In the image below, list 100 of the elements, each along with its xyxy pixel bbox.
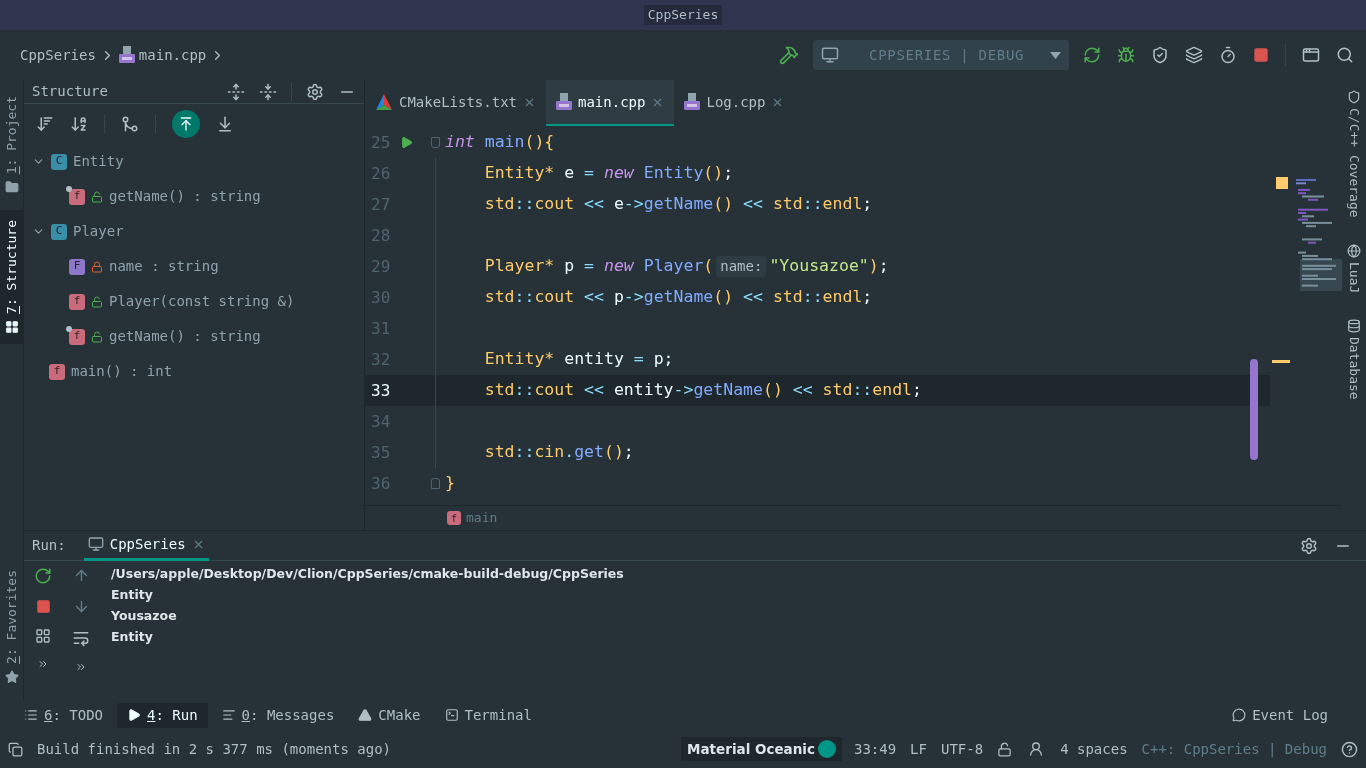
- breadcrumb-item[interactable]: CppSeries: [20, 44, 96, 66]
- star-icon: [5, 670, 19, 684]
- structure-item[interactable]: f main() : int: [24, 354, 364, 389]
- tool-tab[interactable]: 4: Run: [117, 702, 208, 728]
- structure-item-label: Player: [73, 222, 124, 241]
- theme-indicator[interactable]: Material Oceanic: [681, 737, 842, 761]
- cpp-file-icon: [556, 93, 572, 111]
- structure-item[interactable]: C Entity: [24, 144, 364, 179]
- arrow-down-to-line-icon[interactable]: [216, 115, 234, 133]
- settings-icon[interactable]: [306, 82, 324, 101]
- grid-icon: [5, 320, 19, 335]
- editor-tab[interactable]: CMakeLists.txt: [365, 80, 546, 126]
- tool-tab[interactable]: Terminal: [434, 702, 542, 728]
- structure-item-label: main() : int: [71, 362, 173, 381]
- fold-marker-icon[interactable]: [430, 137, 440, 148]
- help-icon[interactable]: [1341, 740, 1358, 758]
- editor-tab[interactable]: main.cpp: [546, 80, 675, 126]
- settings-icon[interactable]: [1300, 536, 1318, 555]
- structure-item[interactable]: F name : string: [24, 249, 364, 284]
- code-line: Player* p = new Player( name: "Yousazoe");: [483, 255, 889, 279]
- list-icon: [24, 708, 38, 722]
- console-output-line: Yousazoe: [111, 607, 178, 625]
- editor-tab[interactable]: Log.cpp: [674, 80, 795, 126]
- window-title: CppSeries: [643, 5, 723, 25]
- tool-window-tab[interactable]: 2: Favorites: [0, 560, 24, 694]
- structure-item[interactable]: C Player: [24, 214, 364, 249]
- rerun-icon[interactable]: [1083, 46, 1101, 64]
- more-icon[interactable]: [75, 661, 87, 673]
- lines-icon: [221, 708, 236, 722]
- console-output-line: Entity: [111, 628, 154, 646]
- status-message: Build finished in 2 s 377 ms (moments ago): [37, 739, 392, 759]
- breadcrumb-item[interactable]: main.cpp: [138, 44, 207, 66]
- globe-icon: [1347, 243, 1361, 258]
- structure-item[interactable]: f getName() : string: [24, 179, 364, 214]
- collapse-all-icon[interactable]: [259, 82, 277, 101]
- bug-icon[interactable]: [1117, 46, 1135, 64]
- expand-all-icon[interactable]: [227, 82, 245, 101]
- search-icon[interactable]: [1336, 46, 1354, 64]
- tool-tab[interactable]: Event Log: [1222, 702, 1338, 728]
- panel-title: Structure: [32, 82, 109, 101]
- tool-tab[interactable]: 6: TODO: [14, 702, 113, 728]
- fold-marker-icon[interactable]: [430, 478, 440, 489]
- stop-icon[interactable]: [35, 599, 51, 614]
- code-line: std::cout << p->getName() << std::endl;: [483, 286, 873, 309]
- run-gutter-icon[interactable]: [400, 136, 413, 149]
- layout-icon[interactable]: [35, 628, 51, 644]
- cpp-file-icon: [118, 46, 135, 64]
- cursor-position[interactable]: 33:49: [853, 738, 897, 760]
- tool-tab[interactable]: 0: Messages: [211, 702, 345, 728]
- sort-icon[interactable]: [36, 115, 54, 133]
- terminal-icon: [444, 708, 459, 722]
- symbol-badge: f: [49, 363, 65, 380]
- structure-item-label: getName() : string: [109, 187, 261, 206]
- hammer-icon[interactable]: [779, 45, 799, 65]
- scrollbar-thumb[interactable]: [1250, 359, 1258, 460]
- monitor-icon: [87, 536, 104, 552]
- line-ending[interactable]: LF: [910, 738, 927, 760]
- branch-icon[interactable]: [121, 115, 139, 133]
- structure-item[interactable]: f Player(const string &): [24, 284, 364, 319]
- symbol-badge: F: [69, 258, 85, 275]
- layers-icon[interactable]: [1185, 46, 1203, 64]
- tool-window-tab[interactable]: C/C++ Coverage: [1344, 90, 1364, 218]
- window-icon[interactable]: [1302, 46, 1320, 64]
- structure-item[interactable]: f getName() : string: [24, 319, 364, 354]
- code-line: std::cout << e->getName() << std::endl;: [483, 193, 873, 216]
- triangle-icon: [358, 708, 373, 722]
- tool-tab[interactable]: CMake: [348, 702, 431, 728]
- structure-item-label: Entity: [73, 152, 124, 171]
- indent-setting[interactable]: 4 spaces: [1060, 738, 1128, 760]
- rerun-icon[interactable]: [34, 567, 52, 585]
- unlocked-icon[interactable]: [997, 741, 1013, 757]
- code-line: Entity* e = new Entity();: [483, 162, 734, 185]
- shield-icon: [1347, 90, 1361, 104]
- symbol-badge: f: [69, 328, 85, 345]
- code-line: }: [445, 472, 455, 495]
- more-icon[interactable]: [37, 658, 49, 670]
- file-encoding[interactable]: UTF-8: [940, 738, 984, 760]
- toggle-button[interactable]: [172, 110, 200, 138]
- wrap-icon[interactable]: [72, 629, 90, 647]
- tool-window-tab[interactable]: LuaJ: [1344, 243, 1364, 293]
- symbol-badge: f: [69, 188, 85, 205]
- code-line: std::cin.get();: [483, 441, 634, 464]
- sort-alphabetical-icon[interactable]: [70, 115, 88, 133]
- folder-icon: [5, 180, 19, 195]
- structure-item-label: name : string: [109, 257, 219, 276]
- shield-icon[interactable]: [1151, 46, 1169, 64]
- code-line: int main(){: [445, 131, 555, 154]
- console-output-line: Entity: [111, 586, 154, 604]
- symbol-badge: C: [51, 153, 67, 170]
- run-tab[interactable]: CppSeries: [83, 530, 209, 561]
- person-icon[interactable]: [1028, 741, 1045, 757]
- window-icon[interactable]: [8, 741, 23, 757]
- tool-window-tab[interactable]: 7: Structure: [0, 210, 24, 345]
- timer-icon[interactable]: [1219, 46, 1237, 64]
- stop-icon[interactable]: [1253, 47, 1269, 63]
- triangle-logo-icon: [375, 93, 393, 111]
- tool-window-tab[interactable]: Database: [1344, 318, 1364, 400]
- panel-title: Run:: [32, 536, 66, 555]
- tool-window-tab[interactable]: 1: Project: [0, 86, 24, 205]
- line-number: 33: [370, 379, 392, 402]
